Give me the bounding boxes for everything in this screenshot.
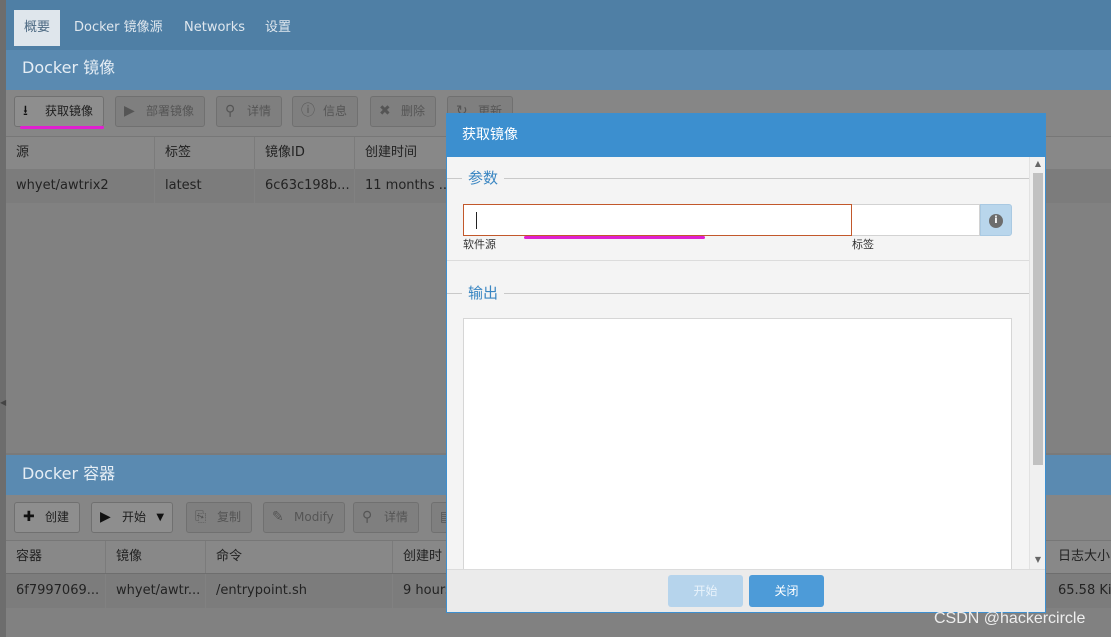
start-button[interactable]: 开始 (668, 575, 743, 607)
tab-networks[interactable]: Networks (174, 10, 255, 46)
image-id-cell: 6c63c198b... (255, 169, 355, 203)
container-image-cell: whyet/awtr... (106, 574, 206, 608)
play-icon: ▶ (100, 509, 111, 525)
column-header[interactable]: 标签 (155, 137, 255, 169)
image-info-button[interactable]: ⓘ 信息 (292, 96, 359, 127)
deploy-image-button[interactable]: ▶ 部署镜像 (115, 96, 206, 127)
search-icon: ⚲ (362, 509, 373, 525)
source-input[interactable] (463, 204, 852, 236)
info-button[interactable]: i (980, 204, 1012, 236)
tag-input[interactable] (852, 204, 980, 236)
dialog-footer: 开始 关闭 (447, 569, 1045, 612)
container-details-button[interactable]: ⚲ 详情 (353, 502, 420, 533)
tag-label: 标签 (852, 238, 874, 251)
scrollbar-thumb[interactable] (1033, 173, 1043, 465)
container-log-size-cell: 65.58 KiB (1058, 583, 1111, 598)
column-header[interactable]: 镜像 (106, 541, 206, 573)
text-caret (476, 212, 477, 229)
download-icon: ⭳ (23, 103, 28, 119)
info-icon: i (989, 214, 1003, 228)
dialog-body: 参数 i 软件源 标签 输出 (447, 157, 1029, 569)
dialog-title[interactable]: 获取镜像 (447, 114, 1045, 157)
delete-image-label: 删除 (401, 104, 426, 118)
info-icon: ⓘ (301, 103, 315, 119)
copy-icon: ⎘ (195, 509, 207, 525)
column-header[interactable]: 容器 (6, 541, 106, 573)
modify-container-label: Modify (294, 510, 334, 524)
watermark: CSDN @hackercircle (934, 610, 1086, 627)
delete-image-button[interactable]: ✖ 删除 (370, 96, 437, 127)
column-header[interactable]: 源 (6, 137, 155, 169)
pull-image-label: 获取镜像 (45, 104, 94, 118)
image-details-label: 详情 (247, 104, 272, 118)
scroll-up-icon[interactable]: ▲ (1030, 157, 1046, 171)
column-header[interactable]: 创建时间 (393, 541, 453, 596)
output-textarea[interactable] (463, 318, 1012, 569)
chevron-down-icon: ▼ (156, 512, 165, 523)
top-nav: 概要 Docker 镜像源 Networks 设置 (6, 0, 1111, 52)
plus-icon: ✚ (23, 509, 35, 525)
params-legend: 参数 (462, 167, 505, 188)
container-created-cell: 9 hours (393, 574, 453, 608)
modify-container-button[interactable]: ✎ Modify (263, 502, 345, 533)
play-icon: ▶ (124, 103, 135, 119)
column-header[interactable]: 命令 (206, 541, 393, 573)
tab-docker-registry[interactable]: Docker 镜像源 (64, 10, 173, 46)
container-details-label: 详情 (384, 510, 409, 524)
column-header[interactable]: 镜像ID (255, 137, 355, 169)
collapse-arrow-icon[interactable]: ◀ (0, 396, 6, 410)
copy-container-label: 复制 (217, 510, 242, 524)
images-section-title: Docker 镜像 (6, 50, 1111, 90)
output-legend: 输出 (462, 282, 505, 303)
close-icon: ✖ (379, 103, 391, 119)
close-button[interactable]: 关闭 (749, 575, 824, 607)
deploy-image-label: 部署镜像 (146, 104, 195, 118)
annotation-underline (20, 126, 104, 129)
image-tag-cell: latest (155, 169, 255, 203)
source-label: 软件源 (463, 238, 496, 251)
annotation-underline (524, 236, 705, 239)
image-details-button[interactable]: ⚲ 详情 (216, 96, 283, 127)
create-container-button[interactable]: ✚ 创建 (14, 502, 81, 533)
dialog-scrollbar[interactable]: ▲ ▼ (1029, 157, 1045, 569)
image-info-label: 信息 (323, 104, 348, 118)
container-command-cell: /entrypoint.sh (206, 574, 393, 608)
image-created-cell: 11 months ... (355, 169, 455, 203)
create-container-label: 创建 (45, 510, 70, 524)
copy-container-button[interactable]: ⎘ 复制 (186, 502, 253, 533)
image-source-cell: whyet/awtrix2 (6, 169, 155, 203)
pull-image-button[interactable]: ⭳ 获取镜像 (14, 96, 105, 127)
container-id-cell: 6f7997069... (6, 574, 106, 608)
scroll-down-icon[interactable]: ▼ (1030, 553, 1046, 567)
tab-settings[interactable]: 设置 (255, 10, 301, 46)
start-container-label: 开始 (122, 510, 147, 524)
column-header[interactable]: 日志大小 (1048, 541, 1111, 573)
start-container-button[interactable]: ▶ 开始 ▼ (91, 502, 174, 533)
column-header[interactable]: 创建时间 (355, 137, 455, 169)
edit-icon: ✎ (272, 509, 284, 525)
search-icon: ⚲ (225, 103, 236, 119)
pull-image-dialog: 获取镜像 参数 i 软件源 标签 输出 ▲ ▼ 开始 关闭 (446, 113, 1046, 613)
tab-overview[interactable]: 概要 (14, 10, 61, 46)
